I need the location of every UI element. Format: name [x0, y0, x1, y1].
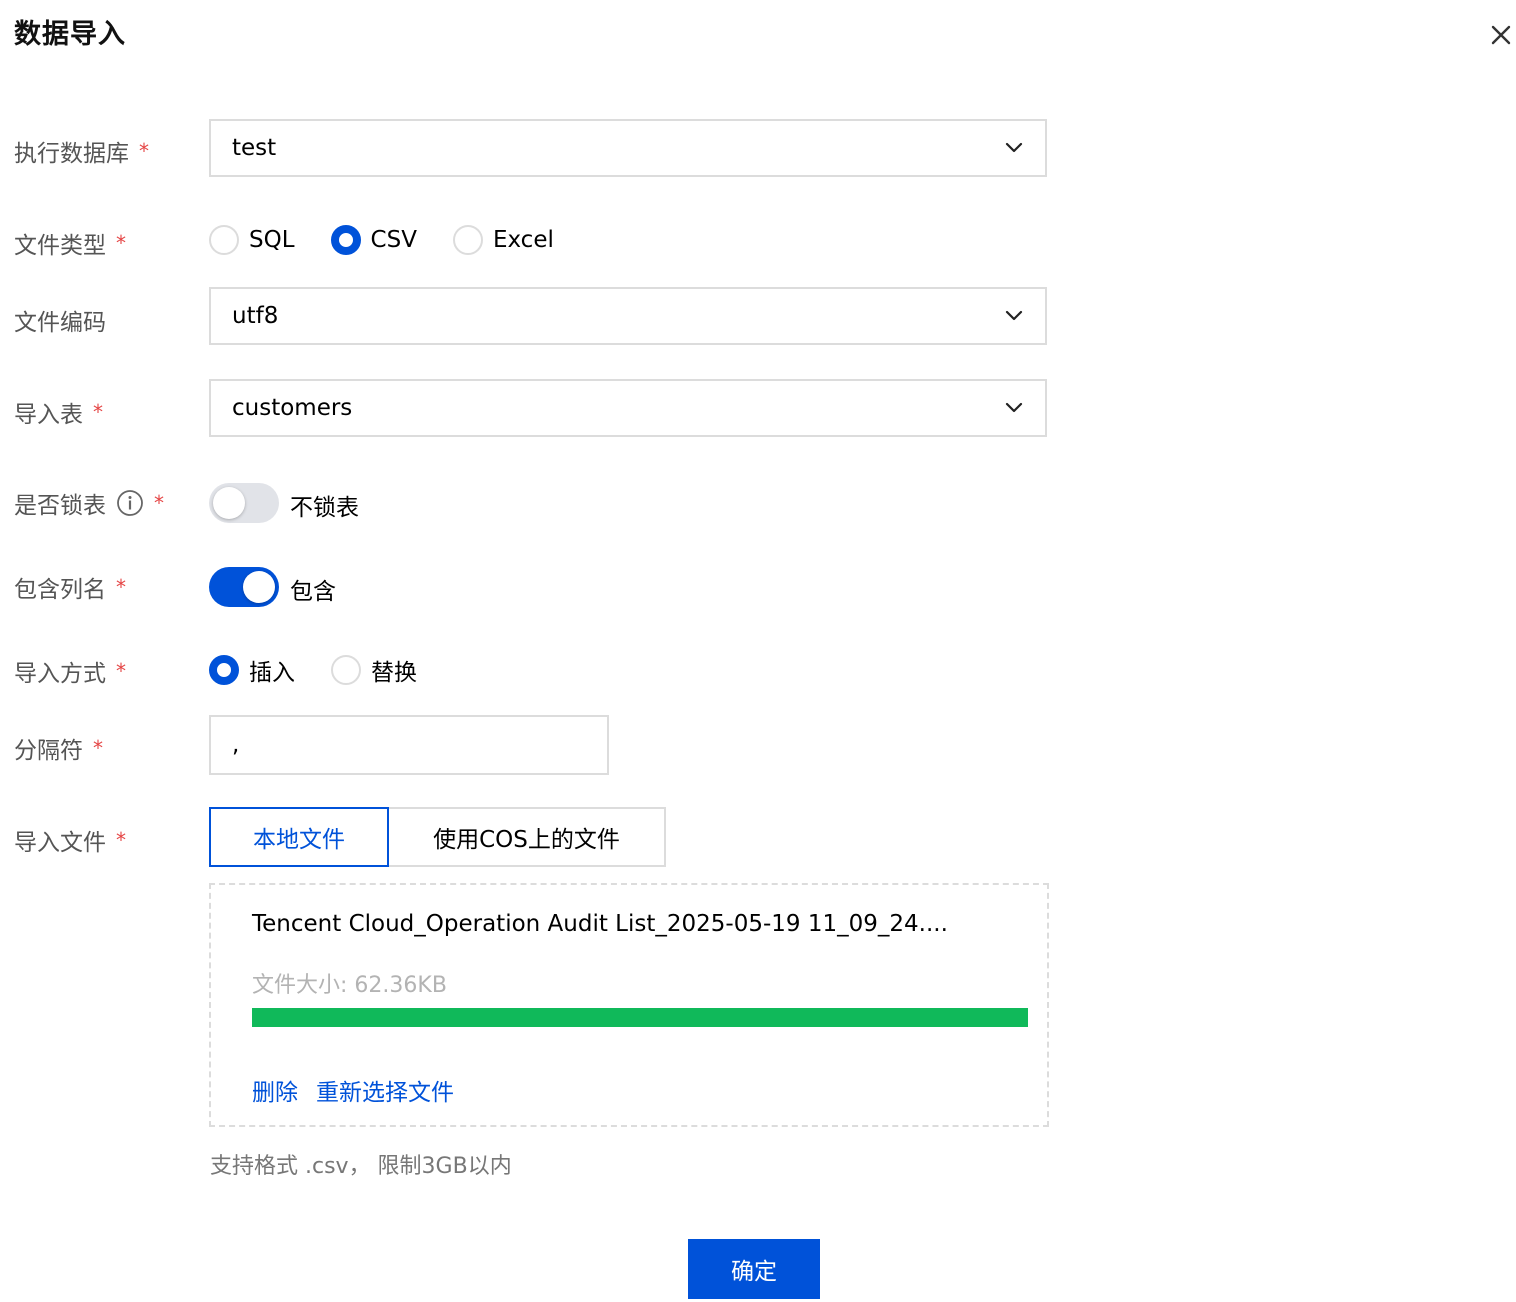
import-file-label: 导入文件 * [14, 823, 126, 857]
radio-label: 替换 [371, 660, 417, 686]
chevron-down-icon [1005, 402, 1023, 413]
table-label-text: 导入表 [14, 402, 83, 428]
encoding-label-text: 文件编码 [14, 310, 106, 336]
database-select-value: test [232, 135, 277, 161]
lock-table-switch[interactable] [209, 483, 279, 523]
file-type-label: 文件类型 * [14, 226, 126, 260]
required-mark: * [116, 828, 126, 852]
import-mode-radio-group: 插入 替换 [209, 653, 453, 687]
table-label: 导入表 * [14, 395, 103, 429]
import-mode-label: 导入方式 * [14, 654, 126, 688]
required-mark: * [139, 139, 149, 163]
include-columns-switch[interactable] [209, 567, 279, 607]
close-icon [1491, 25, 1511, 45]
upload-progress-bar [252, 1008, 1028, 1027]
radio-circle [209, 225, 239, 255]
upload-progress-fill [252, 1008, 1028, 1027]
chevron-down-icon [1005, 142, 1023, 153]
upload-area: Tencent Cloud_Operation Audit List_2025-… [209, 883, 1049, 1127]
tab-cos-file[interactable]: 使用COS上的文件 [389, 807, 666, 867]
radio-insert[interactable]: 插入 [209, 653, 295, 687]
include-columns-switch-text: 包含 [290, 579, 336, 605]
table-select[interactable]: customers [209, 379, 1047, 437]
import-file-label-text: 导入文件 [14, 830, 106, 856]
radio-label: 插入 [249, 660, 295, 686]
encoding-select-value: utf8 [232, 303, 279, 329]
reselect-file-link[interactable]: 重新选择文件 [316, 1073, 454, 1107]
lock-table-label: 是否锁表 * [14, 486, 164, 520]
switch-knob [213, 487, 245, 519]
lock-table-label-text: 是否锁表 [14, 493, 106, 519]
encoding-label: 文件编码 [14, 303, 106, 337]
file-type-radio-group: SQL CSV Excel [209, 225, 590, 255]
close-button[interactable] [1484, 18, 1516, 52]
database-label-text: 执行数据库 [14, 141, 129, 167]
info-circle-icon[interactable] [116, 489, 144, 517]
database-label: 执行数据库 * [14, 134, 149, 168]
lock-table-switch-text: 不锁表 [290, 495, 359, 521]
required-mark: * [93, 400, 103, 424]
radio-sql[interactable]: SQL [209, 225, 295, 255]
switch-knob [243, 571, 275, 603]
delimiter-input[interactable] [209, 715, 609, 775]
required-mark: * [116, 231, 126, 255]
delimiter-label: 分隔符 * [14, 731, 103, 765]
required-mark: * [93, 736, 103, 760]
radio-csv[interactable]: CSV [330, 225, 417, 255]
encoding-select[interactable]: utf8 [209, 287, 1047, 345]
file-actions: 删除 重新选择文件 [252, 1073, 472, 1107]
file-type-label-text: 文件类型 [14, 233, 106, 259]
confirm-button[interactable]: 确定 [688, 1239, 820, 1299]
include-columns-label-text: 包含列名 [14, 577, 106, 603]
radio-label: CSV [370, 227, 417, 253]
radio-label: Excel [492, 227, 554, 253]
radio-replace[interactable]: 替换 [331, 653, 417, 687]
dialog-title: 数据导入 [14, 19, 126, 50]
radio-circle-checked [330, 225, 361, 255]
table-select-value: customers [232, 395, 353, 421]
file-size: 文件大小: 62.36KB [252, 973, 447, 998]
include-columns-label: 包含列名 * [14, 570, 126, 604]
delete-file-link[interactable]: 删除 [252, 1073, 298, 1107]
required-mark: * [154, 491, 164, 515]
radio-label: SQL [249, 227, 295, 253]
import-file-tabs: 本地文件 使用COS上的文件 [209, 807, 666, 867]
radio-circle [331, 655, 361, 685]
required-mark: * [116, 659, 126, 683]
radio-circle-checked [209, 655, 239, 685]
chevron-down-icon [1005, 310, 1023, 321]
required-mark: * [116, 575, 126, 599]
upload-hint: 支持格式 .csv， 限制3GB以内 [210, 1154, 512, 1179]
radio-circle [452, 225, 483, 255]
delimiter-label-text: 分隔符 [14, 738, 83, 764]
radio-excel[interactable]: Excel [452, 225, 554, 255]
file-name: Tencent Cloud_Operation Audit List_2025-… [252, 911, 948, 937]
database-select[interactable]: test [209, 119, 1047, 177]
tab-local-file[interactable]: 本地文件 [209, 807, 389, 867]
import-mode-label-text: 导入方式 [14, 661, 106, 687]
